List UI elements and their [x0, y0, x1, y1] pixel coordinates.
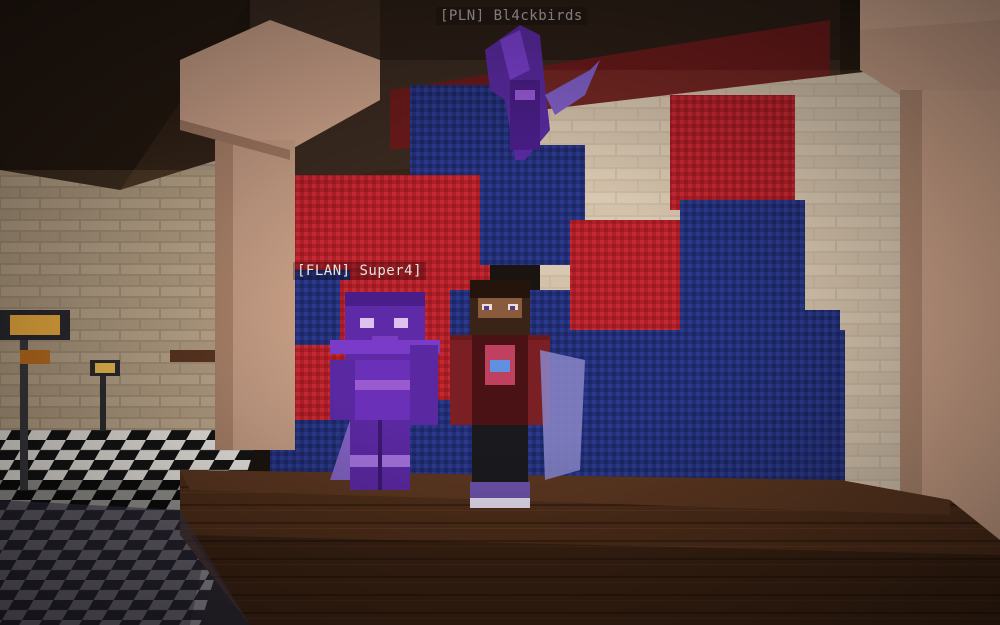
nametag-top-player: [PLN] Bl4ckbirds: [436, 7, 587, 25]
nametag-front-player: [FLAN] Super4]: [293, 262, 427, 280]
world-render: [0, 0, 1000, 625]
game-viewport[interactable]: [PLN] Bl4ckbirds [FLAN] Super4]: [0, 0, 1000, 625]
